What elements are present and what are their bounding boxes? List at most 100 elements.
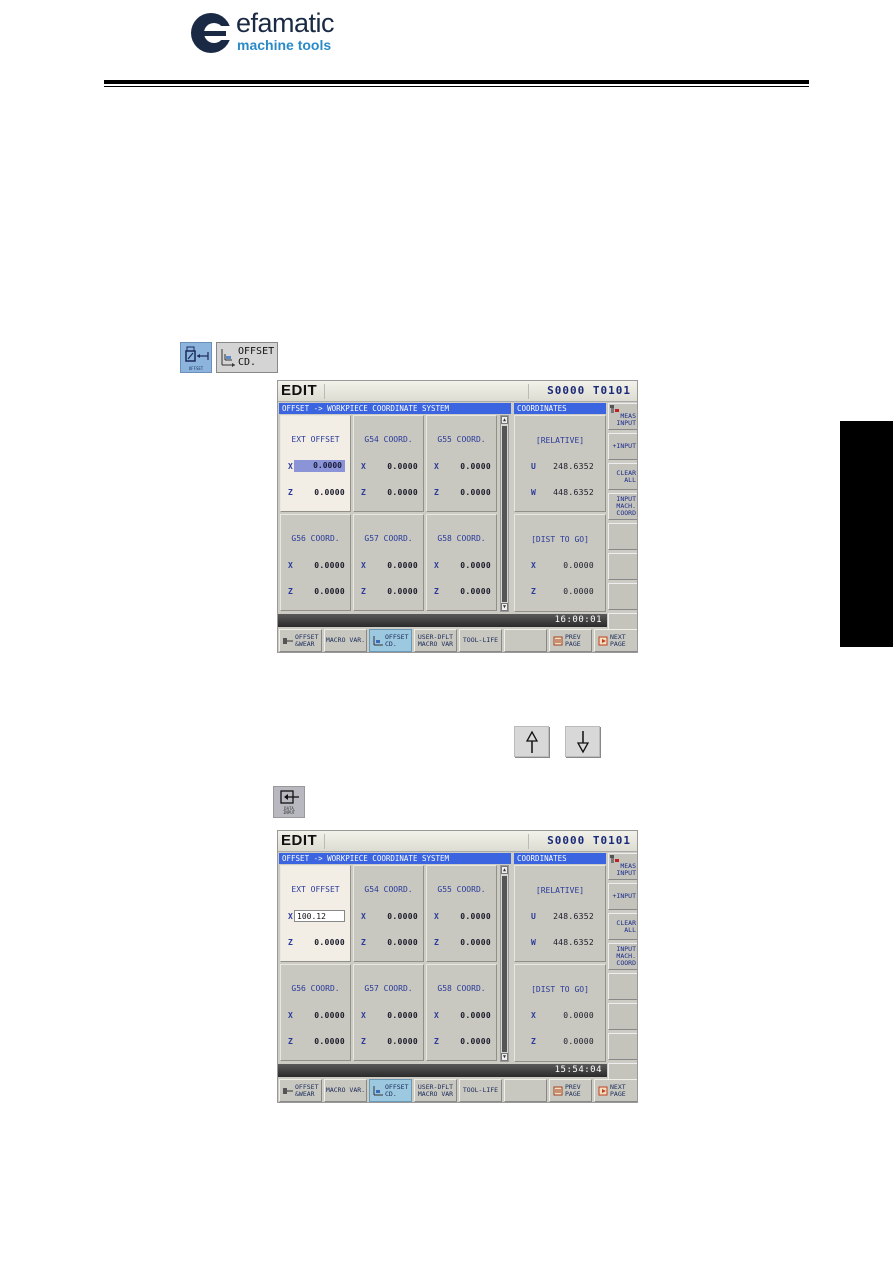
- softkey-tool-life[interactable]: TOOL-LIFE: [459, 629, 502, 652]
- relative-u-value: 248.6352: [553, 912, 594, 921]
- horizontal-softkeys: OFFSET &WEAR MACRO VAR. OFFSET CD. USER-DFL…: [278, 1079, 637, 1102]
- softkey-prev-page[interactable]: PREV PAGE: [549, 629, 592, 652]
- top-bar-divider: [324, 834, 325, 849]
- softkey-label: OFFSET &WEAR: [295, 1082, 319, 1098]
- coord-cell-g57-coord[interactable]: G57 COORD. X 0.0000 Z 0.0000: [353, 964, 424, 1061]
- coord-cell-g54-coord[interactable]: G54 COORD. X 0.0000 Z 0.0000: [353, 865, 424, 962]
- softkey-blank[interactable]: [504, 629, 547, 652]
- offset-key[interactable]: OFFSET: [180, 342, 212, 373]
- coord-cell-g56-coord[interactable]: G56 COORD. X 0.0000 Z 0.0000: [280, 964, 351, 1061]
- offset-wear-icon: [283, 637, 293, 644]
- coord-cell-g57-coord[interactable]: G57 COORD. X 0.0000 Z 0.0000: [353, 514, 424, 611]
- softkey-plus-input[interactable]: +INPUT: [608, 433, 637, 460]
- softkey-blank[interactable]: [504, 1079, 547, 1102]
- x-offset-value-selected[interactable]: 0.0000: [294, 460, 345, 472]
- clock: 16:00:01: [554, 615, 602, 625]
- offset-wear-icon: [283, 1087, 293, 1094]
- x-value: 0.0000: [460, 561, 491, 570]
- z-value: 0.0000: [314, 938, 345, 947]
- offset-cd-softkey[interactable]: OFFSET CD.: [216, 342, 278, 373]
- coord-cell-ext-offset[interactable]: EXT OFFSET X 0.0000 Z 0.0000: [280, 415, 351, 512]
- status-bar: 15:54:04: [278, 1064, 607, 1077]
- arrow-down-icon: [576, 731, 590, 754]
- coord-cell-g58-coord[interactable]: G58 COORD. X 0.0000 Z 0.0000: [426, 514, 497, 611]
- softkey-prev-page[interactable]: PREV PAGE: [549, 1079, 592, 1102]
- z-value: 0.0000: [387, 1037, 418, 1046]
- softkey-user-macro-var[interactable]: USER-DFLT MACRO VAR: [414, 1079, 457, 1102]
- softkey-offset-cd[interactable]: OFFSET CD.: [369, 1079, 412, 1102]
- scroll-up-button[interactable]: ▲: [501, 866, 508, 874]
- softkey-blank[interactable]: [608, 523, 637, 550]
- softkey-label: USER-DFLT MACRO VAR: [417, 1082, 454, 1098]
- z-value: 0.0000: [387, 488, 418, 497]
- axis-label-z: Z: [288, 587, 293, 596]
- z-value: 0.0000: [387, 587, 418, 596]
- softkey-plus-input[interactable]: +INPUT: [608, 883, 637, 910]
- cursor-down-key[interactable]: [565, 726, 600, 757]
- cell-title: G58 COORD.: [437, 984, 486, 993]
- softkey-offset-wear[interactable]: OFFSET &WEAR: [279, 1079, 322, 1102]
- mode-indicator: EDIT: [281, 832, 318, 849]
- softkey-blank[interactable]: [608, 583, 637, 610]
- efamatic-logo-icon: [191, 13, 232, 53]
- softkey-blank[interactable]: [608, 1003, 637, 1030]
- scroll-down-button[interactable]: ▼: [501, 603, 508, 611]
- vertical-scrollbar[interactable]: ▲ ▼: [500, 415, 509, 612]
- coord-cell-g56-coord[interactable]: G56 COORD. X 0.0000 Z 0.0000: [280, 514, 351, 611]
- horizontal-softkeys: OFFSET &WEAR MACRO VAR. OFFSET CD. USER-DFL…: [278, 629, 637, 652]
- softkey-macro-var[interactable]: MACRO VAR.: [324, 1079, 367, 1102]
- softkey-label: MEAS INPUT: [616, 862, 636, 877]
- mode-indicator: EDIT: [281, 382, 318, 399]
- softkey-label: OFFSET CD.: [385, 1082, 409, 1098]
- softkey-clear-all[interactable]: CLEAR ALL: [608, 463, 637, 490]
- softkey-offset-cd[interactable]: OFFSET CD.: [369, 629, 412, 652]
- offset-panel-title: OFFSET -> WORKPIECE COORDINATE SYSTEM: [279, 403, 511, 414]
- softkey-next-page[interactable]: NEXT PAGE: [594, 1079, 637, 1102]
- relative-title: [RELATIVE]: [535, 436, 585, 445]
- scroll-up-button[interactable]: ▲: [501, 416, 508, 424]
- softkey-label: USER-DFLT MACRO VAR: [417, 632, 454, 648]
- softkey-blank[interactable]: [608, 553, 637, 580]
- softkey-macro-var[interactable]: MACRO VAR.: [324, 629, 367, 652]
- softkey-input-mach-coord[interactable]: INPUT MACH. COORD: [608, 943, 637, 970]
- softkey-meas-input[interactable]: MEAS INPUT: [608, 403, 637, 430]
- softkey-input-mach-coord[interactable]: INPUT MACH. COORD: [608, 493, 637, 520]
- scroll-thumb[interactable]: [502, 876, 507, 1052]
- scroll-thumb[interactable]: [502, 426, 507, 602]
- softkey-label: INPUT MACH. COORD: [616, 945, 636, 967]
- softkey-label: TOOL-LIFE: [462, 1086, 499, 1094]
- softkey-meas-input[interactable]: MEAS INPUT: [608, 853, 637, 880]
- axis-label-z: Z: [434, 938, 439, 947]
- x-value: 0.0000: [460, 912, 491, 921]
- dist-to-go-z-value: 0.0000: [563, 1037, 594, 1046]
- header-rule: [104, 80, 809, 84]
- coord-cell-g55-coord[interactable]: G55 COORD. X 0.0000 Z 0.0000: [426, 415, 497, 512]
- offset-tool-icon: [185, 346, 209, 362]
- axis-label-z: Z: [361, 938, 366, 947]
- z-value: 0.0000: [460, 1037, 491, 1046]
- data-input-key[interactable]: DATA INPUT: [273, 786, 305, 818]
- softkey-label: +INPUT: [612, 442, 636, 450]
- softkey-blank[interactable]: [608, 1033, 637, 1060]
- coord-cell-g58-coord[interactable]: G58 COORD. X 0.0000 Z 0.0000: [426, 964, 497, 1061]
- coord-cell-ext-offset[interactable]: EXT OFFSET X 100.12 Z 0.0000: [280, 865, 351, 962]
- dist-to-go-panel: [DIST TO GO] X 0.0000 Z 0.0000: [514, 514, 606, 612]
- softkey-blank[interactable]: [608, 973, 637, 1000]
- dist-to-go-x-value: 0.0000: [563, 1011, 594, 1020]
- x-offset-input[interactable]: 100.12: [294, 910, 345, 922]
- axis-label-x: X: [434, 462, 439, 471]
- scroll-down-button[interactable]: ▼: [501, 1053, 508, 1061]
- relative-coordinates-panel: [RELATIVE] U 248.6352 W 448.6352: [514, 415, 606, 512]
- softkey-next-page[interactable]: NEXT PAGE: [594, 629, 637, 652]
- z-value: 0.0000: [460, 488, 491, 497]
- coord-cell-g55-coord[interactable]: G55 COORD. X 0.0000 Z 0.0000: [426, 865, 497, 962]
- coord-cell-g54-coord[interactable]: G54 COORD. X 0.0000 Z 0.0000: [353, 415, 424, 512]
- coordinate-axes-icon: [373, 1085, 383, 1095]
- softkey-tool-life[interactable]: TOOL-LIFE: [459, 1079, 502, 1102]
- vertical-scrollbar[interactable]: ▲ ▼: [500, 865, 509, 1062]
- softkey-clear-all[interactable]: CLEAR ALL: [608, 913, 637, 940]
- softkey-user-macro-var[interactable]: USER-DFLT MACRO VAR: [414, 629, 457, 652]
- softkey-offset-wear[interactable]: OFFSET &WEAR: [279, 629, 322, 652]
- cursor-up-key[interactable]: [514, 726, 549, 757]
- softkey-label: PREV PAGE: [565, 1082, 581, 1098]
